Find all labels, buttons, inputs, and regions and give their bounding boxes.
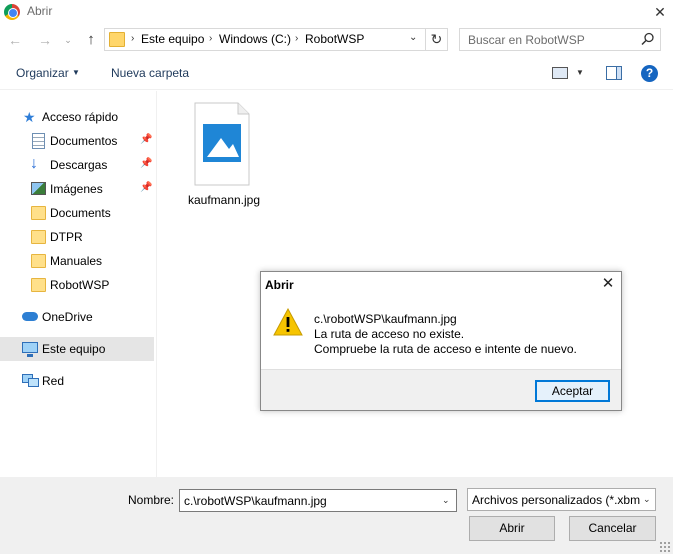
chevron-down-icon[interactable]: ▼ [576, 68, 584, 77]
pin-icon: 📌 [140, 158, 153, 169]
breadcrumb-robotwsp[interactable]: RobotWSP [305, 32, 364, 46]
folder-icon [31, 206, 46, 220]
folder-icon [31, 230, 46, 244]
breadcrumb-separator: › [295, 33, 299, 44]
file-item-kaufmann[interactable]: kaufmann.jpg [186, 100, 262, 212]
forward-button[interactable]: → [34, 29, 56, 51]
recent-locations-button[interactable]: ⌄ [60, 29, 76, 51]
chrome-icon [4, 4, 20, 20]
back-button[interactable]: ← [4, 29, 26, 51]
dialog-title: Abrir [265, 278, 294, 292]
sidebar-item-label: Manuales [50, 254, 103, 268]
filetype-value: Archivos personalizados (*.xbm [472, 493, 641, 507]
sidebar-item-label: Descargas [50, 158, 108, 172]
sidebar-item-label: Documents [50, 206, 111, 220]
pin-icon: 📌 [140, 134, 153, 145]
breadcrumb-este-equipo[interactable]: Este equipo [141, 32, 204, 46]
computer-icon [22, 342, 38, 357]
file-name-panel: Nombre: c.\robotWSP\kaufmann.jpg ⌄ Archi… [0, 477, 673, 554]
image-file-icon [194, 102, 250, 186]
breadcrumb-separator: › [209, 33, 213, 44]
star-icon: ★ [23, 109, 36, 125]
folder-icon [109, 32, 125, 47]
preview-pane-icon[interactable] [606, 66, 622, 80]
downloads-icon: ↓ [30, 155, 38, 172]
documents-icon [32, 133, 45, 149]
search-icon[interactable] [640, 31, 656, 47]
accept-button[interactable]: Aceptar [535, 380, 610, 402]
sidebar-item-imagenes[interactable]: Imágenes 📌 [0, 177, 154, 201]
pictures-icon [31, 182, 46, 195]
file-name: kaufmann.jpg [187, 193, 261, 207]
change-view-icon[interactable] [552, 67, 568, 79]
sidebar-item-descargas[interactable]: ↓ Descargas 📌 [0, 153, 154, 177]
command-toolbar: Organizar ▼ Nueva carpeta ▼ ? [0, 58, 673, 90]
sidebar-item-documentos[interactable]: Documentos 📌 [0, 129, 154, 153]
sidebar-item-este-equipo[interactable]: Este equipo [0, 337, 154, 361]
search-placeholder: Buscar en RobotWSP [468, 33, 585, 47]
open-button[interactable]: Abrir [469, 516, 555, 541]
chevron-down-icon[interactable]: ⌄ [641, 494, 651, 505]
sidebar-item-label: Este equipo [42, 342, 106, 356]
filename-label: Nombre: [128, 493, 175, 507]
sidebar-item-label: DTPR [50, 230, 83, 244]
search-input[interactable]: Buscar en RobotWSP [459, 28, 661, 51]
folder-icon [31, 278, 46, 292]
error-message-text: La ruta de acceso no existe. [314, 327, 465, 341]
refresh-button[interactable]: ↻ [426, 28, 448, 51]
sidebar-item-label: Acceso rápido [42, 110, 119, 124]
onedrive-icon [22, 312, 38, 321]
address-dropdown-icon[interactable]: ⌄ [409, 32, 417, 43]
sidebar-item-documents[interactable]: Documents [0, 201, 154, 225]
chevron-down-icon[interactable]: ⌄ [442, 495, 450, 506]
error-hint-text: Compruebe la ruta de acceso e intente de… [314, 342, 577, 356]
network-icon [22, 374, 39, 387]
title-bar: Abrir ✕ [0, 0, 673, 24]
sidebar-item-manuales[interactable]: Manuales [0, 249, 154, 273]
dialog-close-button[interactable]: ✕ [599, 275, 617, 293]
filetype-select[interactable]: Archivos personalizados (*.xbm ⌄ [467, 488, 656, 511]
filename-input[interactable]: c.\robotWSP\kaufmann.jpg ⌄ [179, 489, 457, 512]
help-icon[interactable]: ? [641, 65, 658, 82]
sidebar-item-label: Documentos [50, 134, 118, 148]
warning-icon [273, 308, 303, 336]
close-window-button[interactable]: ✕ [650, 2, 670, 22]
organize-button[interactable]: Organizar [16, 66, 69, 80]
filename-value: c.\robotWSP\kaufmann.jpg [184, 494, 327, 508]
sidebar-item-label: OneDrive [42, 310, 93, 324]
error-path-text: c.\robotWSP\kaufmann.jpg [314, 312, 457, 326]
dialog-footer: Aceptar [261, 369, 621, 410]
sidebar-item-robotwsp[interactable]: RobotWSP [0, 273, 154, 297]
cancel-button[interactable]: Cancelar [569, 516, 656, 541]
sidebar-item-dtpr[interactable]: DTPR [0, 225, 154, 249]
error-dialog: Abrir ✕ c.\robotWSP\kaufmann.jpg La ruta… [260, 271, 622, 411]
new-folder-button[interactable]: Nueva carpeta [111, 66, 189, 80]
window-title: Abrir [27, 4, 53, 18]
breadcrumb-windows-c[interactable]: Windows (C:) [219, 32, 291, 46]
up-button[interactable]: ↑ [80, 29, 102, 51]
sidebar-item-acceso-rapido[interactable]: ★ Acceso rápido [0, 105, 154, 129]
pin-icon: 📌 [140, 182, 153, 193]
folder-icon [31, 254, 46, 268]
resize-grip-icon[interactable] [659, 541, 671, 553]
breadcrumb-separator: › [131, 33, 135, 44]
sidebar-item-label: Imágenes [50, 182, 103, 196]
sidebar-item-onedrive[interactable]: OneDrive [0, 305, 154, 329]
sidebar-item-label: Red [42, 374, 65, 388]
address-bar[interactable]: › Este equipo › Windows (C:) › RobotWSP … [104, 28, 426, 51]
sidebar-item-label: RobotWSP [50, 278, 110, 292]
sidebar-item-red[interactable]: Red [0, 369, 154, 393]
chevron-down-icon[interactable]: ▼ [72, 68, 80, 77]
navigation-pane: ★ Acceso rápido Documentos 📌 ↓ Descargas… [0, 91, 157, 477]
